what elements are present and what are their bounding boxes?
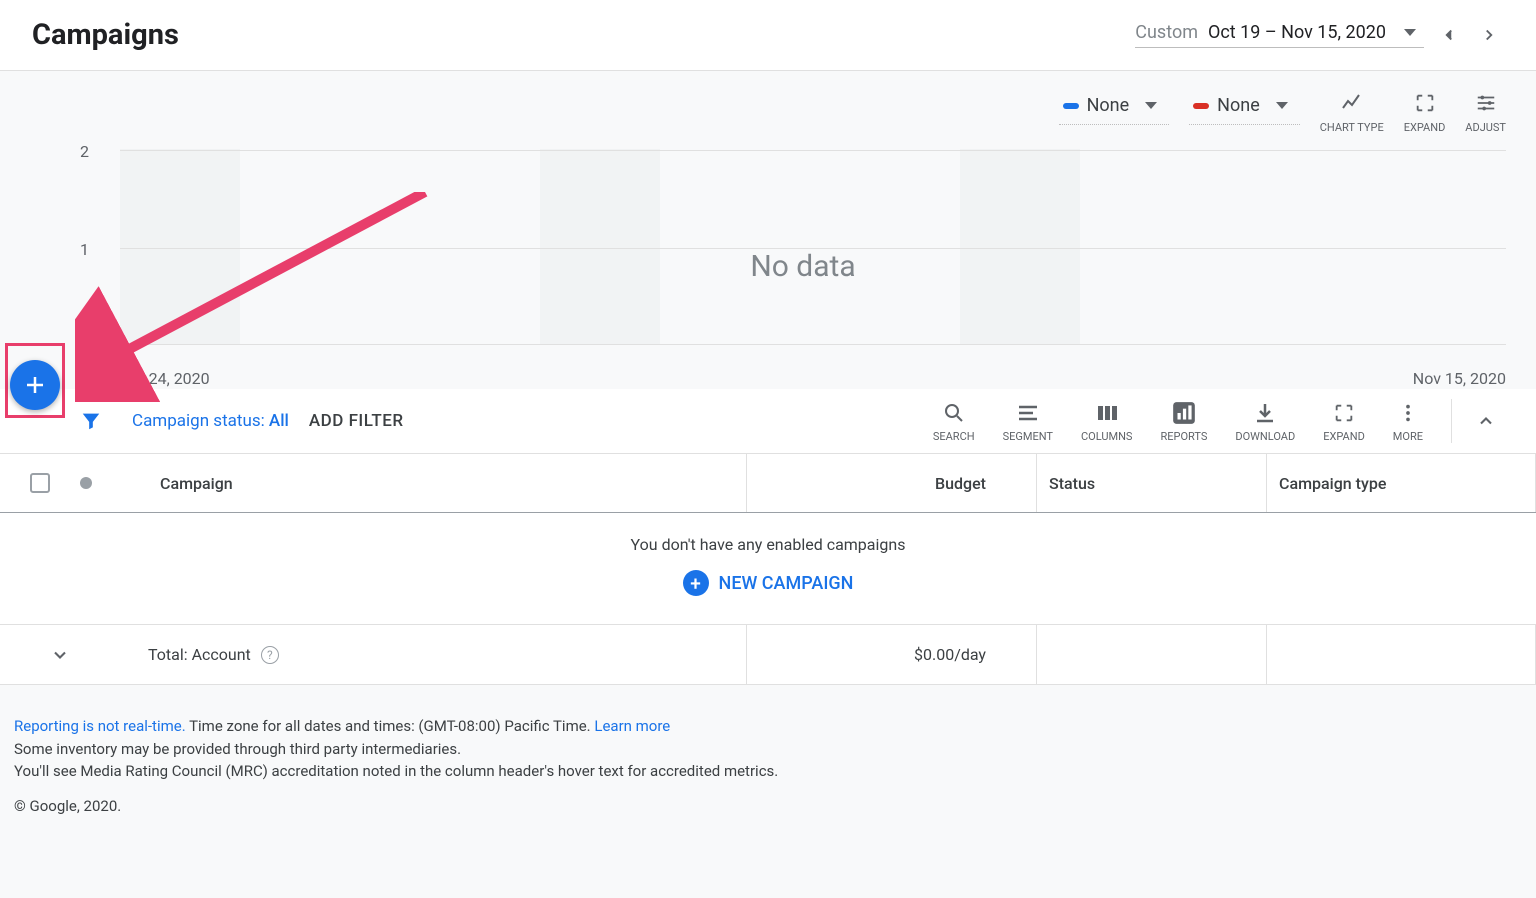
copyright: © Google, 2020.: [14, 795, 1522, 818]
help-icon[interactable]: ?: [261, 646, 279, 664]
date-prev-button[interactable]: [1434, 20, 1464, 50]
metric1-swatch: [1063, 103, 1079, 109]
adjust-icon: [1474, 91, 1498, 115]
x-end-label: Nov 15, 2020: [1413, 369, 1506, 388]
reporting-realtime-link[interactable]: Reporting is not real-time.: [14, 717, 186, 735]
search-icon: [942, 400, 966, 426]
chevron-up-icon: [1476, 411, 1496, 431]
dropdown-icon: [1276, 102, 1288, 109]
metric2-dropdown[interactable]: None: [1189, 91, 1300, 125]
table-empty-state: You don't have any enabled campaigns + N…: [0, 513, 1536, 625]
x-start-label: Oct 24, 2020: [120, 369, 210, 388]
columns-icon: [1095, 400, 1119, 426]
col-header-budget[interactable]: Budget: [746, 454, 1036, 512]
download-button[interactable]: DOWNLOAD: [1221, 400, 1309, 443]
footer-line3: You'll see Media Rating Council (MRC) ac…: [14, 760, 1522, 783]
table-total-row: Total: Account ? $0.00/day: [0, 625, 1536, 685]
table-expand-button[interactable]: EXPAND: [1309, 400, 1379, 443]
chart-nodata-label: No data: [750, 249, 855, 284]
add-filter-button[interactable]: ADD FILTER: [309, 411, 404, 431]
chart-type-button[interactable]: CHART TYPE: [1320, 91, 1384, 134]
date-next-button[interactable]: [1474, 20, 1504, 50]
search-button[interactable]: SEARCH: [919, 400, 989, 443]
reports-icon: [1171, 400, 1197, 426]
total-budget: $0.00/day: [746, 625, 1036, 684]
metric2-swatch: [1193, 103, 1209, 109]
reports-button[interactable]: REPORTS: [1146, 400, 1221, 443]
chart-adjust-button[interactable]: ADJUST: [1465, 91, 1506, 134]
col-header-type[interactable]: Campaign type: [1266, 454, 1536, 512]
y-tick: 1: [80, 240, 89, 259]
empty-message: You don't have any enabled campaigns: [0, 535, 1536, 554]
more-vertical-icon: [1397, 400, 1419, 426]
dropdown-icon: [1145, 102, 1157, 109]
y-tick: 2: [80, 142, 89, 161]
col-header-campaign[interactable]: Campaign: [120, 474, 746, 493]
page-title: Campaigns: [32, 18, 179, 52]
new-campaign-fab[interactable]: [10, 360, 60, 410]
expand-total-button[interactable]: [0, 645, 120, 665]
date-range-picker[interactable]: Custom Oct 19 – Nov 15, 2020: [1135, 20, 1504, 50]
segment-button[interactable]: SEGMENT: [989, 400, 1067, 443]
filter-bar: Campaign status: All ADD FILTER SEARCH S…: [0, 389, 1536, 453]
chart-toolbar: None None CHART TYPE EXPAND ADJUST: [100, 91, 1506, 134]
chart-section: None None CHART TYPE EXPAND ADJUST: [0, 71, 1536, 354]
chart-expand-button[interactable]: EXPAND: [1404, 91, 1446, 134]
page-header: Campaigns Custom Oct 19 – Nov 15, 2020: [0, 0, 1536, 71]
download-icon: [1253, 400, 1277, 426]
col-header-status[interactable]: Status: [1036, 454, 1266, 512]
chart-weekend-band: [960, 149, 1080, 344]
footer-line2: Some inventory may be provided through t…: [14, 738, 1522, 761]
new-campaign-button[interactable]: + NEW CAMPAIGN: [683, 570, 854, 596]
table-header-row: Campaign Budget Status Campaign type: [0, 453, 1536, 513]
total-label: Total: Account: [148, 645, 251, 664]
chart-weekend-band: [120, 149, 240, 344]
metric1-label: None: [1087, 95, 1130, 116]
date-range-value: Oct 19 – Nov 15, 2020: [1208, 22, 1386, 43]
metric1-dropdown[interactable]: None: [1059, 91, 1170, 125]
metric2-label: None: [1217, 95, 1260, 116]
campaign-status-filter[interactable]: Campaign status: All: [132, 411, 289, 431]
segment-icon: [1016, 400, 1040, 426]
columns-button[interactable]: COLUMNS: [1067, 400, 1146, 443]
collapse-chart-button[interactable]: [1466, 405, 1506, 437]
chart-plot: 2 1 No data Oct 24, 2020 Nov 15, 2020: [100, 144, 1506, 354]
expand-icon: [1333, 400, 1355, 426]
chart-weekend-band: [540, 149, 660, 344]
chevron-down-icon: [50, 645, 70, 665]
more-button[interactable]: MORE: [1379, 400, 1437, 443]
filter-icon[interactable]: [80, 410, 102, 432]
dropdown-icon: [1404, 29, 1416, 36]
footer: Reporting is not real-time. Time zone fo…: [0, 685, 1536, 837]
plus-icon: [23, 373, 47, 397]
date-range-label: Custom: [1135, 22, 1198, 43]
learn-more-link[interactable]: Learn more: [594, 717, 670, 735]
chart-line-icon: [1339, 91, 1365, 115]
select-all-checkbox[interactable]: [30, 473, 50, 493]
expand-icon: [1414, 91, 1436, 115]
status-dot-header[interactable]: [80, 477, 92, 489]
plus-circle-icon: +: [683, 570, 709, 596]
